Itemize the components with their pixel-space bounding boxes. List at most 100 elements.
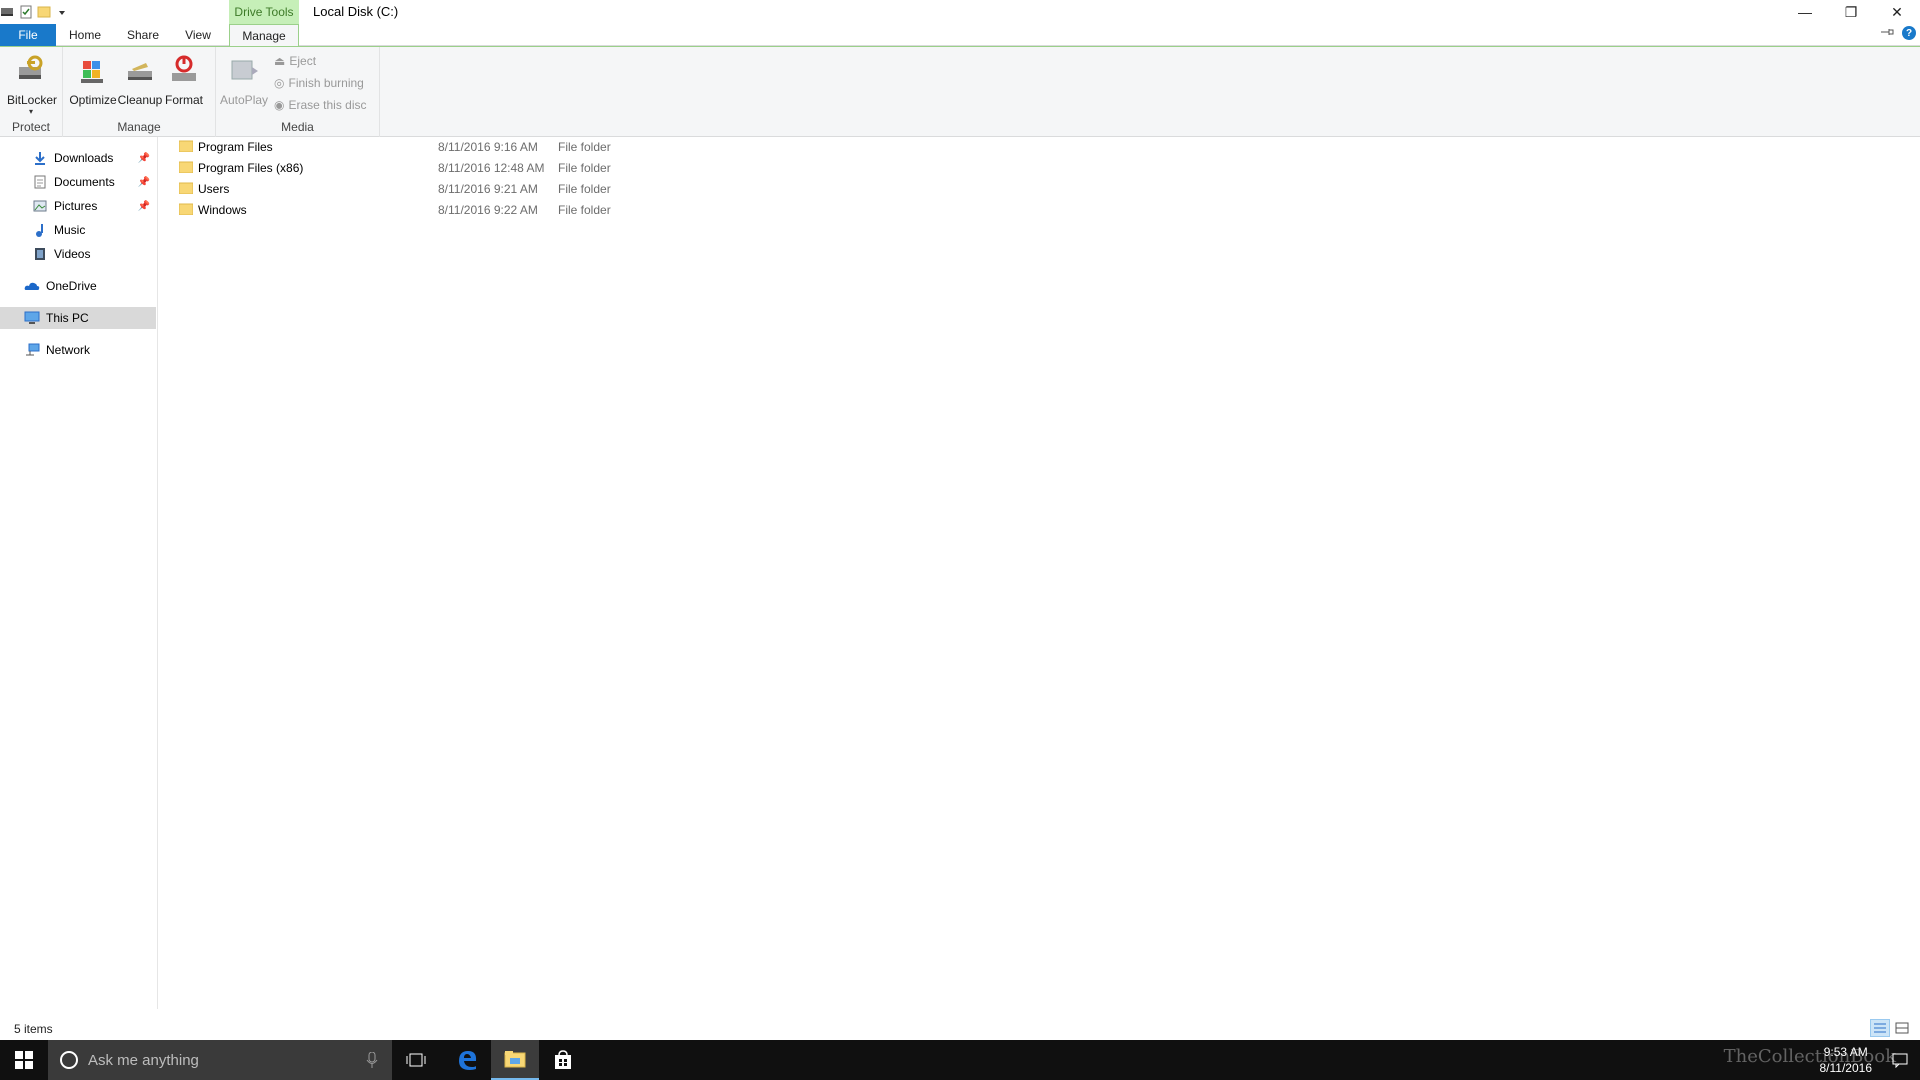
taskbar: Ask me anything TheCollectionBook 9:53 A… [0,1040,1920,1080]
autoplay-button[interactable]: AutoPlay [220,51,268,117]
task-view-button[interactable] [392,1040,440,1080]
file-row[interactable]: Users 8/11/2016 9:21 AM File folder [170,179,770,199]
title-bar: Drive Tools Local Disk (C:) — ❐ ✕ [0,0,1920,24]
ribbon-group-manage: Optimize Cleanup Format Manage [63,47,216,137]
nav-item-pictures[interactable]: Pictures 📌 [0,195,156,217]
nav-label: OneDrive [46,279,97,293]
autoplay-icon [231,60,258,80]
file-row[interactable]: Program Files (x86) 8/11/2016 12:48 AM F… [170,158,770,178]
tab-view[interactable]: View [178,24,218,46]
nav-label: Documents [54,175,115,189]
nav-item-network[interactable]: Network [0,339,156,361]
cortana-search-box[interactable]: Ask me anything [48,1040,392,1080]
nav-label: Videos [54,247,91,261]
item-count: 5 items [14,1022,53,1036]
folder-icon [179,140,193,152]
nav-label: Network [46,343,91,357]
eject-label: Eject [289,54,317,68]
nav-item-videos[interactable]: Videos [0,243,156,265]
tab-share[interactable]: Share [121,24,165,46]
nav-item-documents[interactable]: Documents 📌 [0,171,156,193]
tab-home[interactable]: Home [63,24,107,46]
file-row[interactable]: Program Files 8/11/2016 9:16 AM File fol… [170,137,770,157]
ribbon-right-controls: ? [1880,26,1916,40]
notification-icon [1892,1053,1908,1068]
finish-burning-button[interactable]: ◎ Finish burning [274,73,364,93]
tab-manage[interactable]: Manage [229,24,299,47]
close-icon: ✕ [1891,3,1903,20]
file-date: 8/11/2016 9:22 AM [438,203,538,217]
clock-date: 8/11/2016 [1819,1061,1873,1075]
customize-qat-icon[interactable] [54,4,70,20]
pictures-icon [32,198,48,214]
nav-item-downloads[interactable]: Downloads 📌 [0,147,156,169]
pin-ribbon-icon[interactable] [1880,26,1894,40]
format-button[interactable]: Format [160,51,208,117]
folder-icon [179,161,193,173]
bitlocker-icon [19,55,43,79]
pin-icon[interactable]: 📌 [138,177,150,188]
tab-file[interactable]: File [0,24,56,46]
file-explorer-taskbar-button[interactable] [491,1040,539,1080]
ribbon-tabs: File Home Share View Manage [0,24,1920,47]
bitlocker-button[interactable]: BitLocker ▾ [7,51,57,117]
large-icons-view-icon [1895,1022,1909,1034]
group-label-manage: Manage [117,120,161,134]
details-view-button[interactable] [1870,1019,1890,1037]
new-folder-icon[interactable] [36,4,52,20]
nav-item-music[interactable]: Music [0,219,156,241]
large-icons-view-button[interactable] [1892,1019,1912,1037]
drive-tools-context-label: Drive Tools [229,0,299,24]
onedrive-icon [24,278,40,294]
pin-icon[interactable]: 📌 [138,153,150,164]
erase-disc-label: Erase this disc [288,98,367,112]
ribbon-group-media: AutoPlay ⏏ Eject ◎ Finish burning ◉ Eras… [216,47,380,137]
nav-label: Downloads [54,151,114,165]
store-icon [555,1050,571,1069]
edge-icon [459,1051,477,1070]
file-row[interactable]: Windows 8/11/2016 9:22 AM File folder [170,200,770,220]
nav-item-onedrive[interactable]: OneDrive [0,275,156,297]
details-view-icon [1874,1023,1886,1033]
folder-icon [179,182,193,194]
eject-button[interactable]: ⏏ Eject [274,51,316,71]
quick-access-toolbar [0,2,70,22]
store-taskbar-button[interactable] [539,1040,587,1080]
pin-icon[interactable]: 📌 [138,201,150,212]
documents-icon [32,174,48,190]
action-center-button[interactable] [1880,1040,1920,1080]
microphone-icon[interactable] [366,1052,378,1068]
clock-time: 9:53 AM [1823,1045,1868,1059]
download-icon [32,150,48,166]
erase-disc-button[interactable]: ◉ Erase this disc [274,95,367,115]
cleanup-label: Cleanup [117,93,163,107]
task-view-icon [406,1053,426,1067]
file-type: File folder [558,203,611,217]
nav-item-this-pc[interactable]: This PC [0,307,156,329]
minimize-button[interactable]: — [1782,0,1828,24]
close-button[interactable]: ✕ [1874,0,1920,24]
group-label-protect: Protect [11,120,50,134]
optimize-label: Optimize [69,93,117,107]
cleanup-button[interactable]: Cleanup [116,51,164,117]
file-name: Windows [198,203,247,217]
nav-label: Pictures [54,199,98,213]
properties-icon[interactable] [18,4,34,20]
file-name: Users [198,182,230,196]
restore-button[interactable]: ❐ [1828,0,1874,24]
help-icon[interactable]: ? [1902,26,1916,40]
restore-icon: ❐ [1844,3,1858,20]
optimize-button[interactable]: Optimize [69,51,117,117]
optimize-icon [81,61,103,83]
window-icon[interactable] [0,4,16,20]
cleanup-icon [128,63,152,80]
format-icon [172,55,196,81]
network-icon [24,342,40,358]
taskbar-clock[interactable]: 9:53 AM 8/11/2016 [1820,1044,1873,1076]
finish-burning-label: Finish burning [288,76,364,90]
start-button[interactable] [0,1040,48,1080]
nav-label: This PC [46,311,89,325]
edge-taskbar-button[interactable] [443,1040,491,1080]
file-type: File folder [558,182,611,196]
search-placeholder: Ask me anything [88,1051,199,1069]
